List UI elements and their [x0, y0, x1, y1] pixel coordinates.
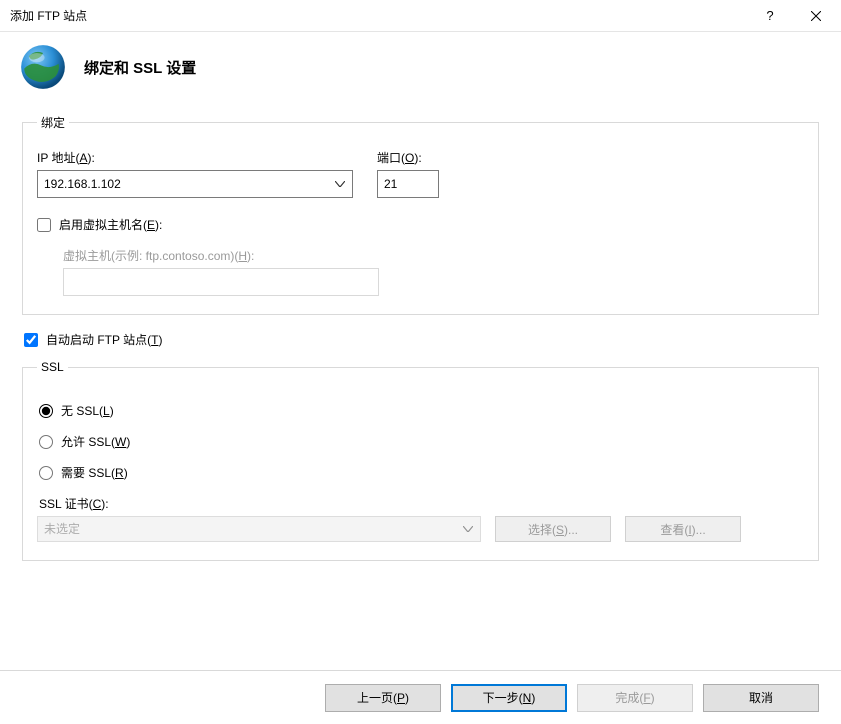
- ip-address-label: IP 地址(A):: [37, 149, 353, 166]
- ssl-view-button: 查看(I)...: [625, 516, 741, 542]
- ssl-cert-combo[interactable]: 未选定: [37, 516, 481, 542]
- window-title: 添加 FTP 站点: [10, 7, 747, 24]
- ssl-none-label: 无 SSL(L): [61, 402, 114, 419]
- ssl-none-radio[interactable]: [39, 404, 53, 418]
- ssl-select-button: 选择(S)...: [495, 516, 611, 542]
- previous-button[interactable]: 上一页(P): [325, 684, 441, 712]
- finish-button: 完成(F): [577, 684, 693, 712]
- ssl-cert-label: SSL 证书(C):: [39, 495, 804, 512]
- autostart-label: 自动启动 FTP 站点(T): [46, 331, 162, 348]
- close-icon: [811, 11, 821, 21]
- wizard-content: 绑定 IP 地址(A): 端口(O): 启用虚拟主机名(E): 虚拟主机(: [0, 114, 841, 561]
- wizard-header: 绑定和 SSL 设置: [0, 32, 841, 114]
- enable-vhost-label: 启用虚拟主机名(E):: [59, 216, 162, 233]
- ssl-require-radio[interactable]: [39, 466, 53, 480]
- ip-address-combo[interactable]: [37, 170, 353, 198]
- binding-group: 绑定 IP 地址(A): 端口(O): 启用虚拟主机名(E): 虚拟主机(: [22, 114, 819, 315]
- ssl-cert-select: 未选定: [37, 516, 481, 542]
- ssl-require-label: 需要 SSL(R): [61, 464, 128, 481]
- close-button[interactable]: [793, 0, 839, 32]
- binding-legend: 绑定: [37, 114, 69, 131]
- port-input[interactable]: [377, 170, 439, 198]
- enable-vhost-checkbox[interactable]: [37, 218, 51, 232]
- titlebar: 添加 FTP 站点 ?: [0, 0, 841, 32]
- vhost-label: 虚拟主机(示例: ftp.contoso.com)(H):: [63, 247, 804, 264]
- port-label: 端口(O):: [377, 149, 439, 166]
- vhost-input: [63, 268, 379, 296]
- autostart-checkbox[interactable]: [24, 333, 38, 347]
- globe-icon: [18, 42, 68, 92]
- cancel-button[interactable]: 取消: [703, 684, 819, 712]
- ssl-allow-radio[interactable]: [39, 435, 53, 449]
- next-button[interactable]: 下一步(N): [451, 684, 567, 712]
- ssl-legend: SSL: [37, 360, 68, 374]
- ip-address-input[interactable]: [37, 170, 353, 198]
- help-button[interactable]: ?: [747, 0, 793, 32]
- ssl-allow-label: 允许 SSL(W): [61, 433, 130, 450]
- ssl-group: SSL 无 SSL(L) 允许 SSL(W) 需要 SSL(R) SSL 证书(…: [22, 360, 819, 561]
- wizard-footer: 上一页(P) 下一步(N) 完成(F) 取消: [0, 670, 841, 724]
- page-title: 绑定和 SSL 设置: [84, 57, 196, 78]
